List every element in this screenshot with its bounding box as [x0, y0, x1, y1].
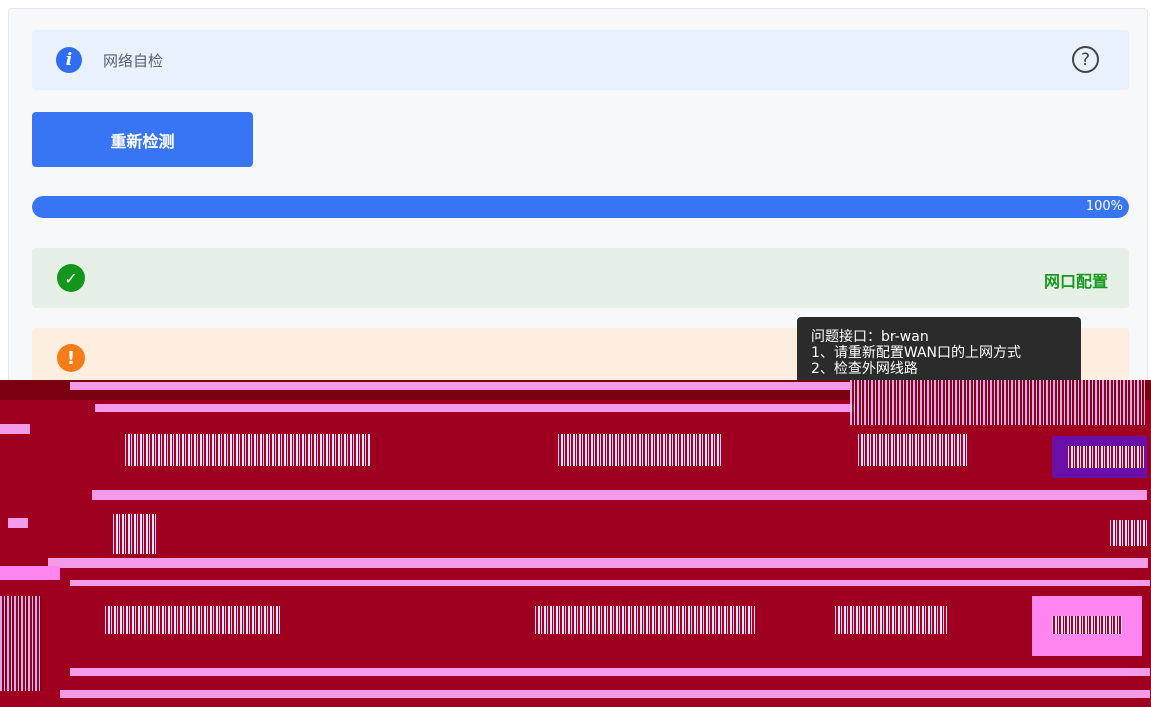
progress-percent: 100% — [1085, 199, 1123, 214]
glitch-noise — [535, 606, 755, 634]
glitch-noise — [105, 606, 280, 634]
page-title: 网络自检 — [103, 52, 164, 70]
check-item-label: 网口配置 — [1043, 272, 1108, 291]
help-icon[interactable]: ? — [1072, 46, 1099, 73]
corrupted-region — [0, 380, 1151, 707]
glitch-noise — [113, 514, 158, 554]
glitch-band — [0, 566, 60, 580]
glitch-noise — [835, 606, 947, 634]
tooltip-line: 问题接口：br-wan — [811, 329, 929, 345]
glitch-band — [48, 558, 1148, 568]
glitch-noise — [125, 434, 370, 466]
glitch-band — [60, 690, 1150, 698]
glitch-noise — [850, 380, 1145, 425]
glitch-band — [70, 580, 1150, 586]
glitch-band — [70, 668, 1150, 676]
warning-icon: ! — [57, 344, 85, 372]
glitch-band — [8, 518, 28, 528]
glitch-noise — [1052, 616, 1122, 634]
progress-fill: 100% — [32, 196, 1129, 218]
retest-button[interactable]: 重新检测 — [32, 112, 253, 167]
glitch-noise — [1068, 446, 1144, 468]
glitch-noise — [1110, 520, 1148, 546]
tooltip-line: 2、检查外网线路 — [811, 361, 918, 377]
glitch-band — [0, 424, 30, 434]
glitch-noise — [0, 596, 42, 691]
check-circle-icon: ✓ — [57, 264, 85, 292]
glitch-band — [92, 490, 1147, 500]
check-item-port-config: ✓ 网口配置 — [32, 248, 1129, 308]
info-banner: i 网络自检 ? — [32, 30, 1129, 90]
info-icon: i — [56, 47, 82, 73]
glitch-noise — [858, 434, 968, 466]
glitch-band — [95, 404, 855, 412]
progress-bar: 100% — [32, 196, 1129, 218]
glitch-noise — [558, 434, 723, 466]
tooltip-line: 1、请重新配置WAN口的上网方式 — [811, 345, 1022, 361]
glitch-band — [70, 382, 850, 390]
